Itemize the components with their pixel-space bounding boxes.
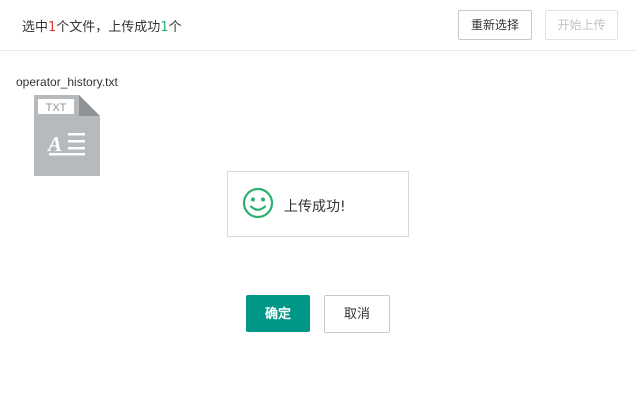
start-upload-button[interactable]: 开始上传 <box>545 10 618 40</box>
confirm-button[interactable]: 确定 <box>246 295 310 332</box>
reselect-button[interactable]: 重新选择 <box>458 10 532 40</box>
text-file-icon[interactable]: TXT A <box>34 95 100 176</box>
status-prefix: 选中 <box>22 20 49 35</box>
status-middle: 个文件，上传成功 <box>56 20 161 35</box>
status-suffix: 个 <box>168 20 182 35</box>
smiley-icon <box>242 187 274 219</box>
success-count: 1 <box>160 20 169 35</box>
toast-message: 上传成功! <box>284 199 346 215</box>
upload-header: 选中1个文件，上传成功1个 重新选择 开始上传 <box>0 0 637 51</box>
file-type-badge: TXT <box>46 102 67 114</box>
cancel-button[interactable]: 取消 <box>324 295 390 333</box>
file-name: operator_history.txt <box>16 75 118 89</box>
upload-success-toast: 上传成功! <box>227 171 409 237</box>
svg-text:A: A <box>46 132 62 156</box>
upload-status-text: 选中1个文件，上传成功1个 <box>22 16 182 35</box>
